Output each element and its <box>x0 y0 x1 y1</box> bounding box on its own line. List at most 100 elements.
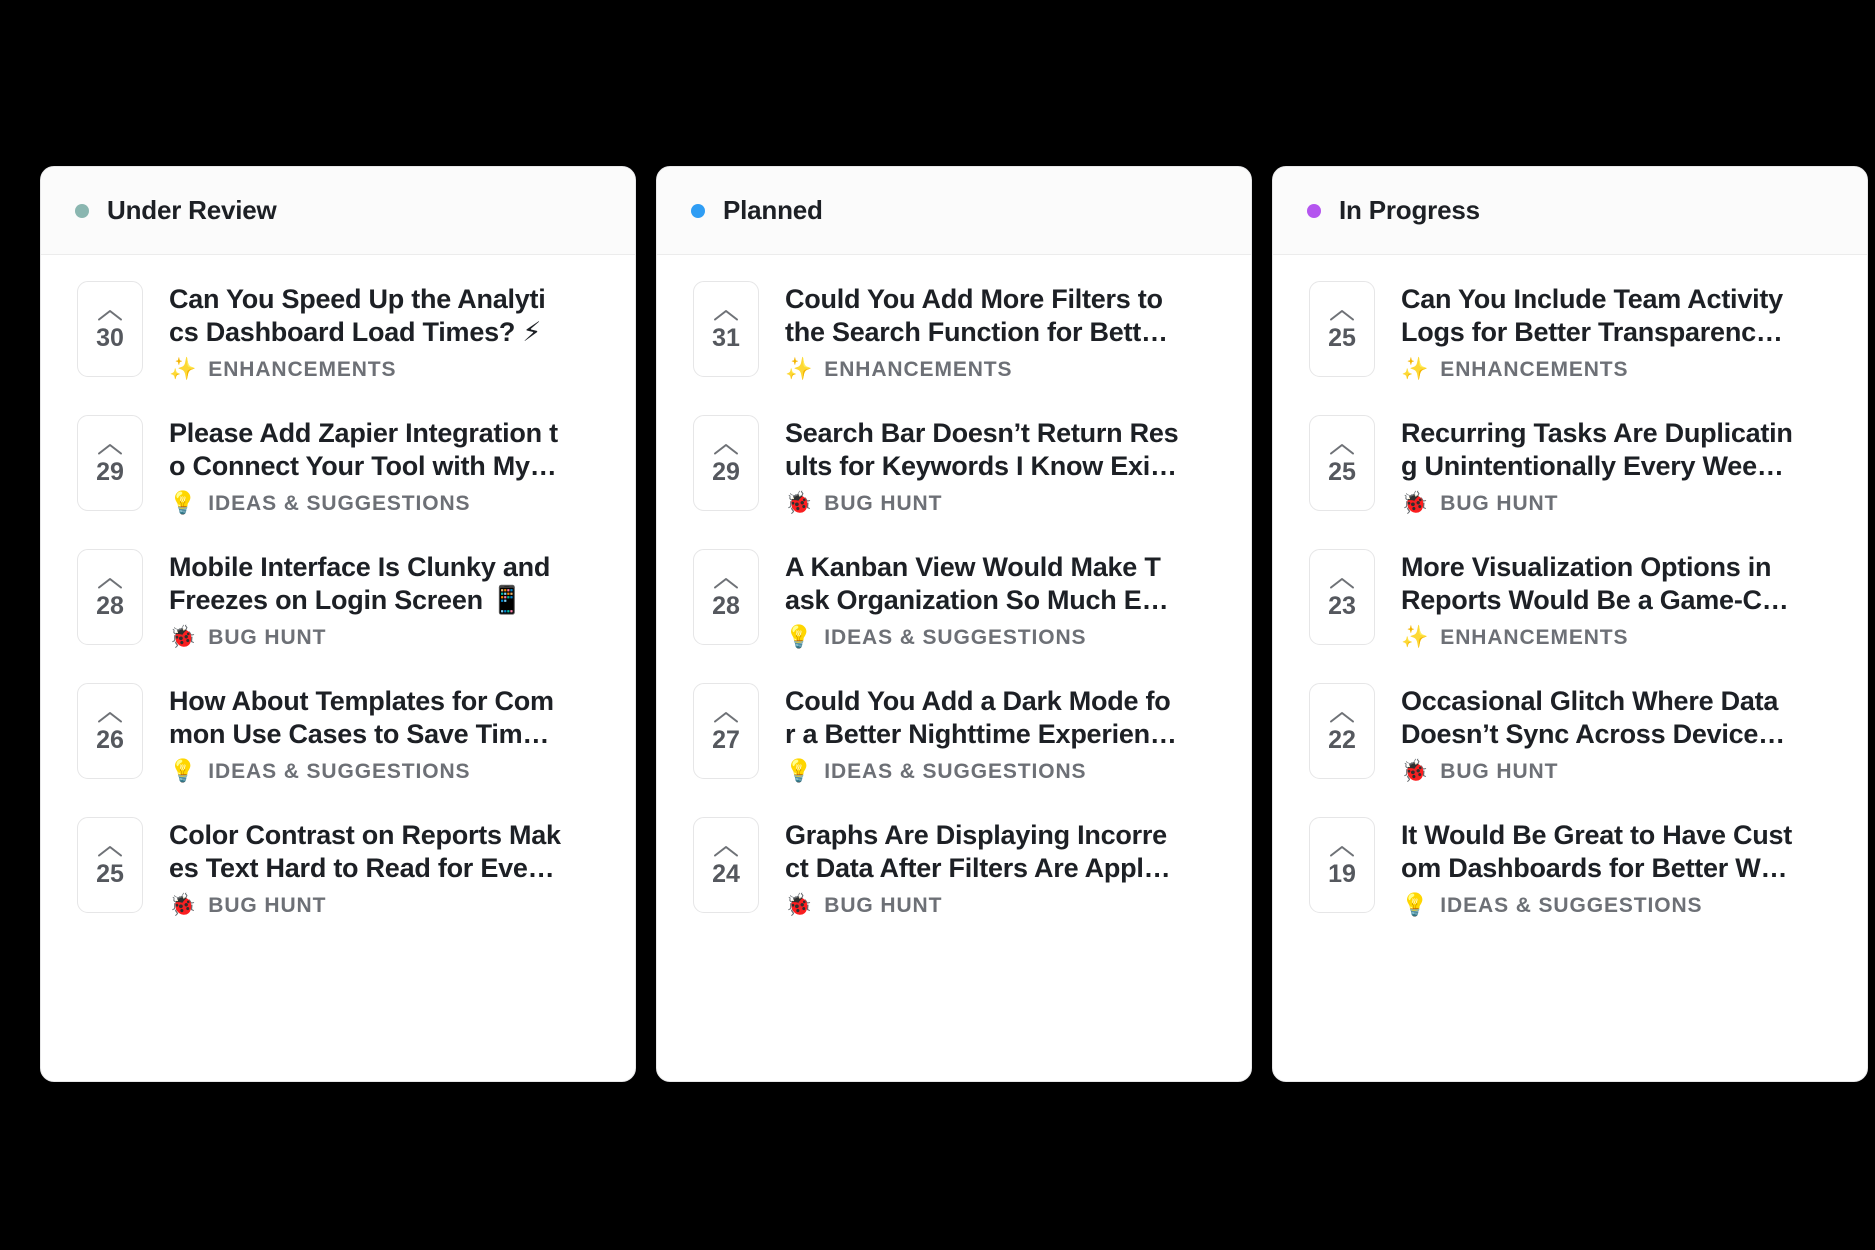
card-category-badge: 🐞 BUG HUNT <box>1401 492 1867 516</box>
card-content: Can You Include Team Activity Logs for Be… <box>1401 281 1867 382</box>
card-title-line-2: Logs for Better Transparenc… <box>1401 316 1783 347</box>
category-emoji-icon: 🐞 <box>169 624 198 650</box>
card-title-line-1: Mobile Interface Is Clunky and <box>169 552 551 582</box>
upvote-button[interactable]: 19 <box>1309 817 1375 913</box>
chevron-up-icon <box>713 576 739 590</box>
upvote-button[interactable]: 31 <box>693 281 759 377</box>
chevron-up-icon <box>713 710 739 724</box>
feedback-card[interactable]: 25 Recurring Tasks Are Duplicatin g Uninte… <box>1273 415 1867 519</box>
column-header-under-review: Under Review <box>41 167 635 255</box>
card-title-line-2: r a Better Nighttime Experien… <box>785 718 1177 749</box>
card-title-line-1: Can You Speed Up the Analyti <box>169 284 546 314</box>
upvote-button[interactable]: 30 <box>77 281 143 377</box>
card-content: Mobile Interface Is Clunky and Freezes on… <box>169 549 635 650</box>
feedback-card[interactable]: 24 Graphs Are Displaying Incorre ct Data A… <box>657 817 1251 921</box>
feedback-card[interactable]: 28 Mobile Interface Is Clunky and Freezes … <box>41 549 635 653</box>
upvote-button[interactable]: 25 <box>77 817 143 913</box>
category-label: IDEAS & SUGGESTIONS <box>208 491 471 515</box>
upvote-button[interactable]: 22 <box>1309 683 1375 779</box>
card-content: Could You Add More Filters to the Search … <box>785 281 1251 382</box>
upvote-button[interactable]: 29 <box>77 415 143 511</box>
feedback-card[interactable]: 26 How About Templates for Com mon Use Cas… <box>41 683 635 787</box>
feedback-card[interactable]: 25 Can You Include Team Activity Logs for … <box>1273 281 1867 385</box>
card-title-line-2: Freezes on Login Screen 📱 <box>169 584 524 615</box>
column-header-in-progress: In Progress <box>1273 167 1867 255</box>
card-title: Can You Include Team Activity Logs for Be… <box>1401 283 1867 349</box>
upvote-button[interactable]: 29 <box>693 415 759 511</box>
vote-count: 28 <box>96 591 124 620</box>
card-title: More Visualization Options in Reports Wou… <box>1401 551 1867 617</box>
card-content: Search Bar Doesn’t Return Res ults for Ke… <box>785 415 1251 516</box>
card-category-badge: 💡 IDEAS & SUGGESTIONS <box>785 760 1251 784</box>
feedback-card[interactable]: 23 More Visualization Options in Reports W… <box>1273 549 1867 653</box>
feedback-card[interactable]: 25 Color Contrast on Reports Mak es Text H… <box>41 817 635 921</box>
upvote-button[interactable]: 24 <box>693 817 759 913</box>
card-title: Color Contrast on Reports Mak es Text Har… <box>169 819 635 885</box>
category-label: ENHANCEMENTS <box>1440 625 1629 649</box>
category-label: BUG HUNT <box>208 893 327 917</box>
upvote-button[interactable]: 28 <box>77 549 143 645</box>
feedback-card[interactable]: 19 It Would Be Great to Have Cust om Dashb… <box>1273 817 1867 921</box>
category-emoji-icon: 💡 <box>169 490 198 516</box>
chevron-up-icon <box>713 442 739 456</box>
card-title: It Would Be Great to Have Cust om Dashboa… <box>1401 819 1867 885</box>
board-column-under-review: Under Review 30 Can You Speed Up the Analy… <box>40 166 636 1082</box>
feedback-card[interactable]: 29 Please Add Zapier Integration to Conne… <box>41 415 635 519</box>
card-title-line-2: the Search Function for Bett… <box>785 316 1168 347</box>
card-content: Color Contrast on Reports Mak es Text Har… <box>169 817 635 918</box>
upvote-button[interactable]: 28 <box>693 549 759 645</box>
card-title-line-1: Occasional Glitch Where Data <box>1401 686 1779 716</box>
vote-count: 26 <box>96 725 124 754</box>
feedback-card[interactable]: 29 Search Bar Doesn’t Return Res ults for … <box>657 415 1251 519</box>
chevron-up-icon <box>713 844 739 858</box>
column-top-artifact-2 <box>1040 148 1054 164</box>
category-emoji-icon: 🐞 <box>169 892 198 918</box>
card-title: Occasional Glitch Where Data Doesn’t Sync… <box>1401 685 1867 751</box>
feedback-card[interactable]: 27 Could You Add a Dark Mode fo r a Better… <box>657 683 1251 787</box>
category-label: BUG HUNT <box>824 491 943 515</box>
upvote-button[interactable]: 26 <box>77 683 143 779</box>
column-header-planned: Planned <box>657 167 1251 255</box>
card-title-line-1: How About Templates for Com <box>169 686 554 716</box>
upvote-button[interactable]: 27 <box>693 683 759 779</box>
card-category-badge: 💡 IDEAS & SUGGESTIONS <box>1401 894 1867 918</box>
chevron-up-icon <box>713 308 739 322</box>
vote-count: 30 <box>96 323 124 352</box>
card-title: Could You Add More Filters to the Search … <box>785 283 1251 349</box>
feedback-card[interactable]: 30 Can You Speed Up the Analyti cs Dashboa… <box>41 281 635 385</box>
card-title-line-2: ults for Keywords I Know Exi… <box>785 450 1177 481</box>
vote-count: 19 <box>1328 859 1356 888</box>
category-label: BUG HUNT <box>1440 759 1559 783</box>
card-category-badge: 💡 IDEAS & SUGGESTIONS <box>169 760 635 784</box>
feedback-card[interactable]: 22 Occasional Glitch Where Data Doesn’t Sy… <box>1273 683 1867 787</box>
upvote-button[interactable]: 25 <box>1309 415 1375 511</box>
category-label: BUG HUNT <box>824 893 943 917</box>
card-title-line-2: es Text Hard to Read for Eve… <box>169 852 555 883</box>
card-title-line-1: Search Bar Doesn’t Return Res <box>785 418 1179 448</box>
card-title-line-1: It Would Be Great to Have Cust <box>1401 820 1793 850</box>
category-emoji-icon: 💡 <box>785 758 814 784</box>
category-emoji-icon: 🐞 <box>1401 490 1430 516</box>
category-emoji-icon: 🐞 <box>785 490 814 516</box>
category-label: IDEAS & SUGGESTIONS <box>824 759 1087 783</box>
feedback-card[interactable]: 31 Could You Add More Filters to the Searc… <box>657 281 1251 385</box>
card-content: It Would Be Great to Have Cust om Dashboa… <box>1401 817 1867 918</box>
category-label: ENHANCEMENTS <box>1440 357 1629 381</box>
card-title-line-2: Reports Would Be a Game-C… <box>1401 584 1789 615</box>
card-category-badge: 🐞 BUG HUNT <box>169 626 635 650</box>
card-category-badge: ✨ ENHANCEMENTS <box>785 358 1251 382</box>
upvote-button[interactable]: 25 <box>1309 281 1375 377</box>
category-emoji-icon: ✨ <box>169 356 198 382</box>
column-title: Under Review <box>107 195 277 225</box>
feedback-card[interactable]: 28 A Kanban View Would Make Task Organiza… <box>657 549 1251 653</box>
card-title-line-1: Recurring Tasks Are Duplicatin <box>1401 418 1793 448</box>
card-title-line-1: Can You Include Team Activity <box>1401 284 1783 314</box>
category-label: IDEAS & SUGGESTIONS <box>208 759 471 783</box>
vote-count: 24 <box>712 859 740 888</box>
card-title: Graphs Are Displaying Incorre ct Data Aft… <box>785 819 1251 885</box>
board-column-in-progress: In Progress 25 Can You Include Team Activi… <box>1272 166 1868 1082</box>
upvote-button[interactable]: 23 <box>1309 549 1375 645</box>
chevron-up-icon <box>1329 308 1355 322</box>
card-title-line-2: ask Organization So Much E… <box>785 584 1169 615</box>
card-title: Can You Speed Up the Analyti cs Dashboard… <box>169 283 635 349</box>
